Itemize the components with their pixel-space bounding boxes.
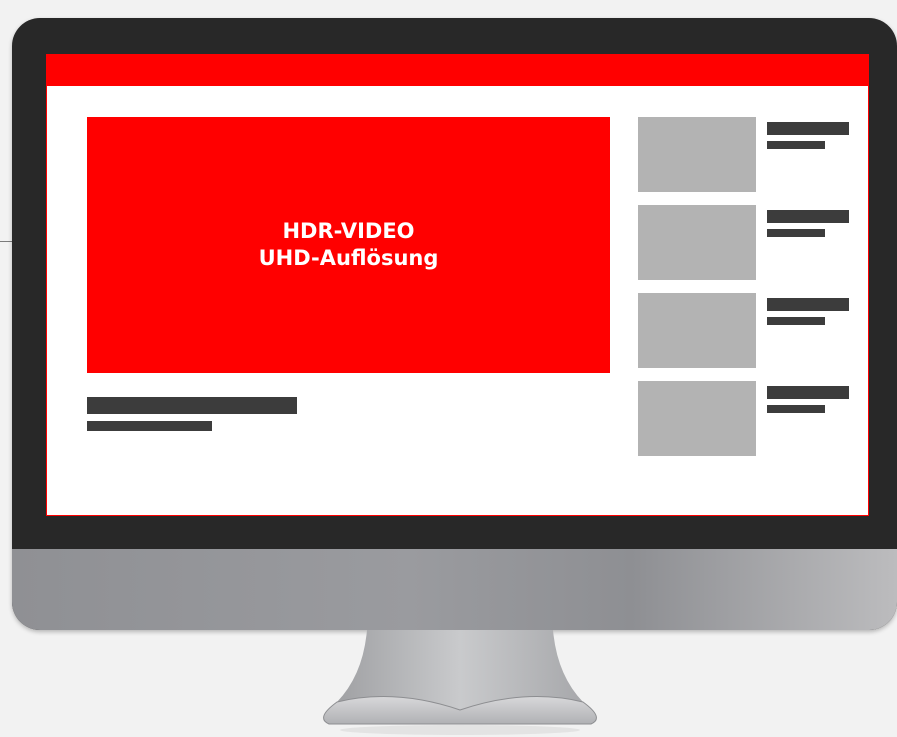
recommended-thumbnail: [638, 381, 756, 456]
monitor-screen: HDR-VIDEO UHD-Auflösung: [46, 54, 869, 516]
video-label-line1: HDR-VIDEO: [282, 219, 415, 243]
video-label-line2: UHD-Auflösung: [258, 246, 439, 270]
recommended-thumbnail: [638, 293, 756, 368]
monitor-stand: [323, 630, 597, 735]
stand-shadow: [340, 725, 580, 735]
illustration: HDR-VIDEO UHD-Auflösung: [0, 0, 897, 737]
recommended-thumbnail: [638, 205, 756, 280]
recommended-subtitle-placeholder: [767, 405, 825, 413]
monitor: HDR-VIDEO UHD-Auflösung: [12, 18, 897, 630]
header-bar: [47, 55, 868, 86]
recommended-title-placeholder: [767, 298, 849, 311]
recommended-title-placeholder: [767, 210, 849, 223]
recommended-subtitle-placeholder: [767, 229, 825, 237]
recommended-video-4[interactable]: [638, 381, 850, 456]
recommended-video-3[interactable]: [638, 293, 850, 368]
recommended-video-2[interactable]: [638, 205, 850, 280]
recommended-subtitle-placeholder: [767, 317, 825, 325]
recommended-subtitle-placeholder: [767, 141, 825, 149]
recommended-video-1[interactable]: [638, 117, 850, 192]
monitor-chin: [12, 549, 897, 630]
recommended-thumbnail: [638, 117, 756, 192]
video-player[interactable]: HDR-VIDEO UHD-Auflösung: [87, 117, 610, 373]
recommended-title-placeholder: [767, 122, 849, 135]
video-subtitle-placeholder: [87, 421, 212, 431]
video-title-placeholder: [87, 397, 297, 414]
recommended-title-placeholder: [767, 386, 849, 399]
